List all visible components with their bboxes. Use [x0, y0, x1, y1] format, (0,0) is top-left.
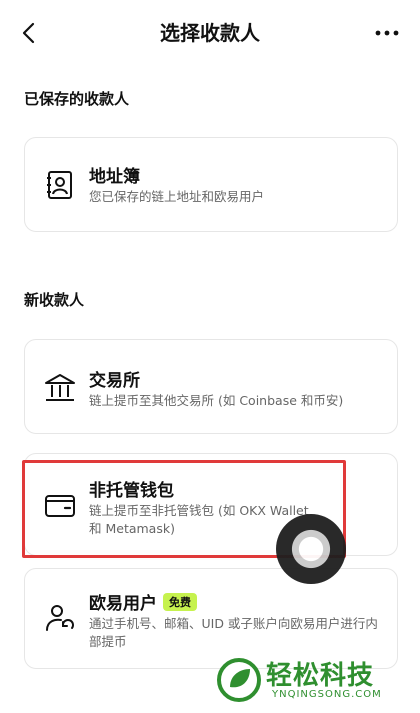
more-icon[interactable]: [372, 18, 402, 48]
watermark-subtext: YNQINGSONG.COM: [272, 689, 382, 700]
section-label-new: 新收款人: [24, 291, 85, 309]
okx-user-title: 欧易用户 免费: [89, 589, 197, 614]
exchange-desc: 链上提币至其他交易所 (如 Coinbase 和币安): [89, 393, 344, 408]
watermark-text: 轻松科技: [266, 661, 375, 691]
section-label-saved: 已保存的收款人: [24, 90, 130, 108]
okx-user-card[interactable]: 欧易用户 免费 通过手机号、邮箱、UID 或子账户向欧易用户进行内部提币: [24, 568, 398, 669]
header-bar: 选择收款人: [0, 0, 420, 66]
bank-icon: [45, 374, 75, 401]
okx-user-title-text: 欧易用户: [89, 594, 157, 614]
address-book-title: 地址簿: [89, 167, 140, 187]
exchange-card[interactable]: 交易所 链上提币至其他交易所 (如 Coinbase 和币安): [24, 339, 398, 434]
exchange-title: 交易所: [89, 371, 140, 391]
user-transfer-icon: [46, 605, 74, 631]
watermark-logo-icon: [217, 658, 261, 702]
page-title: 选择收款人: [160, 21, 260, 45]
address-book-icon: [47, 171, 72, 199]
free-badge: 免费: [163, 593, 197, 611]
okx-user-desc: 通过手机号、邮箱、UID 或子账户向欧易用户进行内部提币: [89, 616, 378, 649]
address-book-desc: 您已保存的链上地址和欧易用户: [89, 189, 265, 204]
address-book-card[interactable]: 地址簿 您已保存的链上地址和欧易用户: [24, 137, 398, 232]
watermark: 轻松科技 YNQINGSONG.COM: [216, 655, 406, 707]
touch-indicator: [276, 514, 346, 584]
